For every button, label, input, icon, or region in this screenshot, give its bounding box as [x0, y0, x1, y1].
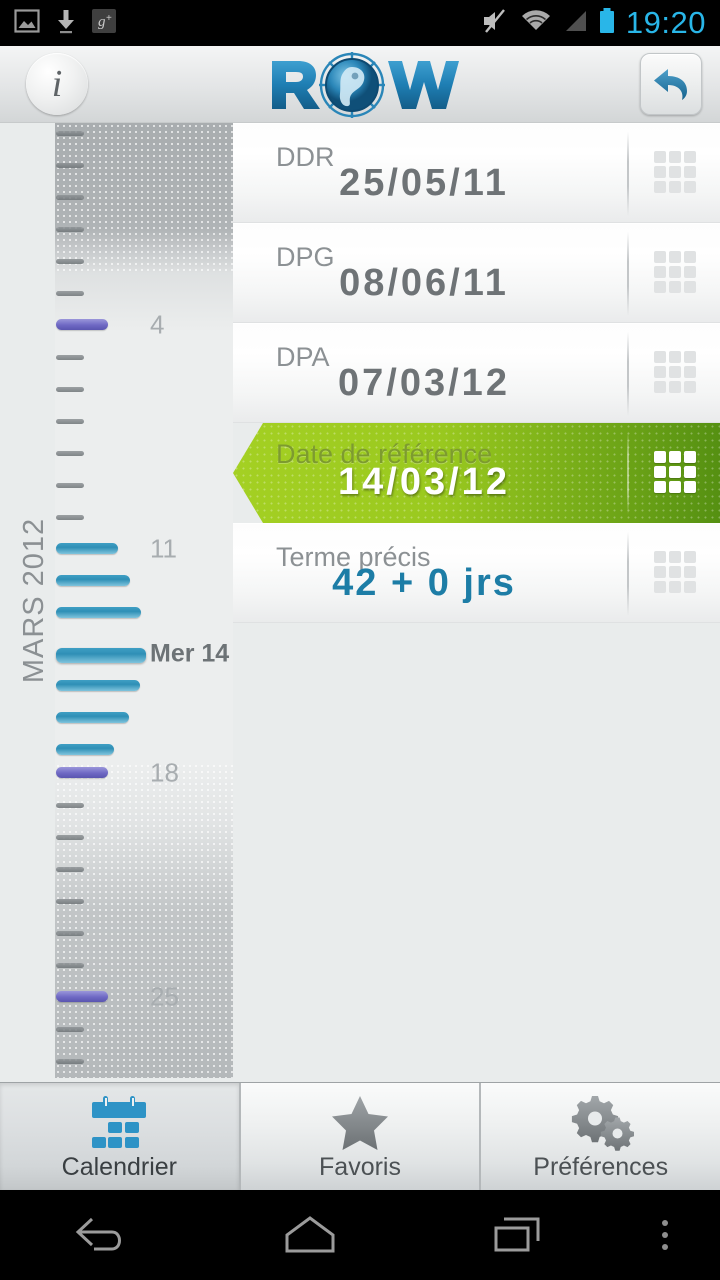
gears-icon [568, 1095, 634, 1151]
tab-favoris[interactable]: Favoris [240, 1083, 482, 1190]
info-button[interactable]: i [26, 53, 88, 115]
ruler-day-number: 4 [150, 309, 165, 340]
date-cards: DDR 25/05/11 DPG 08/06/11 DPA 07/03/12 Date de… [233, 123, 720, 623]
star-icon [329, 1095, 391, 1151]
ruler-day-number: 25 [150, 981, 179, 1012]
timeline-ruler[interactable]: MARS 2012 4 11 Mer 14 18 25 [0, 123, 233, 1078]
svg-text:g: g [98, 14, 106, 30]
grid-icon[interactable] [654, 551, 698, 595]
tab-calendrier-label: Calendrier [61, 1153, 177, 1181]
grid-icon[interactable] [654, 351, 698, 395]
date-card[interactable]: DDR 25/05/11 [233, 123, 720, 223]
nav-back-button[interactable] [0, 1211, 207, 1259]
signal-icon [562, 8, 588, 39]
date-card-value: 07/03/12 [338, 362, 510, 404]
android-nav-bar [0, 1190, 720, 1280]
tab-calendrier[interactable]: Calendrier [0, 1083, 241, 1190]
date-card-divider [627, 232, 629, 316]
app-logo [0, 46, 720, 122]
month-label-text: MARS 2012 [18, 517, 51, 684]
back-button[interactable] [640, 53, 702, 115]
date-card[interactable]: DPG 08/06/11 [233, 223, 720, 323]
ruler-day-number: 18 [150, 757, 179, 788]
date-card-divider [627, 132, 629, 216]
raw-logo-icon [272, 52, 459, 118]
app-header: i [0, 46, 720, 123]
nav-overflow-menu-button[interactable] [620, 1211, 710, 1259]
svg-text:+: + [106, 13, 112, 24]
info-button-label: i [51, 63, 63, 105]
home-icon [285, 1216, 335, 1253]
calendar-icon [88, 1095, 150, 1151]
date-card[interactable]: Terme précis 42 + 0 jrs [233, 523, 720, 623]
status-bar-clock: 19:20 [625, 5, 706, 40]
bottom-tab-bar: Calendrier Favoris Préférences [0, 1082, 720, 1190]
ruler-day-numbers: 4 11 Mer 14 18 25 [55, 123, 233, 1078]
google-plus-icon: g + [92, 8, 116, 38]
date-card-divider [627, 532, 629, 616]
grid-icon[interactable] [654, 251, 698, 295]
tab-preferences[interactable]: Préférences [481, 1083, 720, 1190]
tab-preferences-label: Préférences [533, 1153, 669, 1181]
overflow-menu-icon [662, 1220, 669, 1250]
date-card-value: 25/05/11 [339, 162, 509, 204]
date-card[interactable]: Date de référence 14/03/12 [233, 423, 720, 523]
date-card-value: 14/03/12 [338, 461, 510, 503]
status-bar-notifications: g + [0, 8, 116, 39]
battery-icon [598, 7, 616, 40]
image-icon [14, 8, 40, 39]
android-status-bar: g + 19:20 [0, 0, 720, 46]
card-list-empty-area [233, 623, 720, 1078]
wifi-icon [520, 8, 552, 39]
back-icon [76, 1217, 122, 1251]
date-card-list: DDR 25/05/11 DPG 08/06/11 DPA 07/03/12 Date de… [233, 123, 720, 1078]
date-card-value: 42 + 0 jrs [332, 562, 516, 604]
date-card-value: 08/06/11 [339, 262, 509, 304]
app-screen: g + 19:20 i MARS 2012 4 11 Mer 14 18 25 … [0, 0, 720, 1280]
grid-icon[interactable] [654, 451, 698, 495]
tab-favoris-label: Favoris [319, 1153, 401, 1181]
date-card-divider [627, 431, 629, 515]
mute-icon [480, 7, 510, 40]
nav-recents-button[interactable] [413, 1211, 620, 1259]
back-arrow-icon [654, 69, 687, 100]
nav-home-button[interactable] [207, 1211, 414, 1259]
grid-icon[interactable] [654, 151, 698, 195]
download-icon [54, 8, 78, 39]
recents-icon [494, 1217, 540, 1252]
status-bar-system-icons: 19:20 [480, 5, 720, 41]
month-label: MARS 2012 [10, 123, 60, 1078]
ruler-day-number: Mer 14 [150, 639, 230, 668]
date-card[interactable]: DPA 07/03/12 [233, 323, 720, 423]
ruler-day-number: 11 [150, 533, 177, 564]
date-card-divider [627, 332, 629, 416]
